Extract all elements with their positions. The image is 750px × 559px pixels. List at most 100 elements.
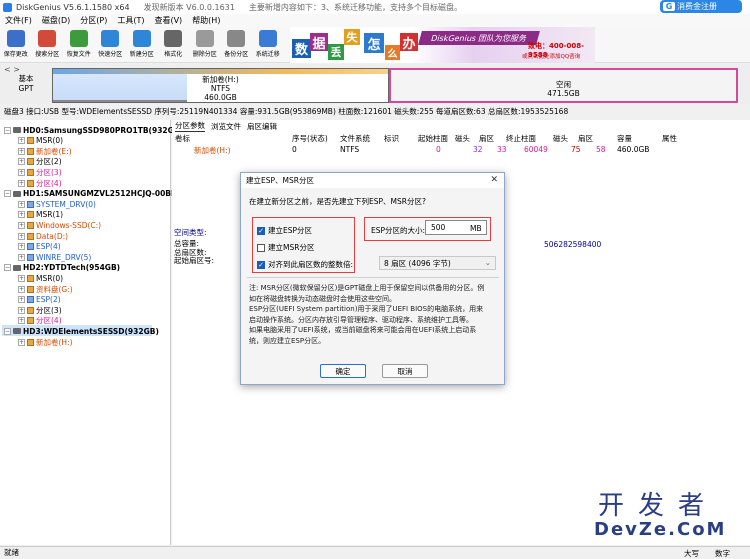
checkbox-create-esp[interactable]: ✓ 建立ESP分区	[257, 225, 312, 236]
expand-icon[interactable]: +	[18, 168, 25, 176]
expand-icon[interactable]: +	[18, 296, 25, 304]
collapse-icon[interactable]: −	[4, 264, 11, 272]
tree-partition-node[interactable]: + Windows-SSD(C:)	[18, 220, 101, 230]
toolbar-button-search[interactable]: 搜索分区	[32, 26, 64, 62]
expand-icon[interactable]: +	[18, 317, 25, 325]
tree-partition-node[interactable]: + 分区(3)	[18, 305, 62, 315]
column-header[interactable]: 容量	[617, 133, 632, 144]
tree-partition-node[interactable]: + Data(D:)	[18, 231, 68, 241]
checkbox-create-msr[interactable]: 建立MSR分区	[257, 242, 314, 253]
tree-partition-node[interactable]: + 分区(3)	[18, 167, 62, 177]
checkbox-icon[interactable]: ✓	[257, 260, 265, 269]
expand-icon[interactable]: +	[18, 221, 25, 229]
column-header[interactable]: 属性	[662, 133, 677, 144]
column-header[interactable]: 文件系统	[340, 133, 370, 144]
column-header[interactable]: 扇区	[578, 133, 593, 144]
close-icon[interactable]: ✕	[490, 175, 498, 185]
expand-icon[interactable]: +	[18, 285, 25, 293]
app-icon	[3, 2, 12, 12]
column-header[interactable]: 卷标	[175, 133, 190, 144]
column-header[interactable]: 磁头	[553, 133, 568, 144]
toolbar-button-recover[interactable]: 恢复文件	[63, 26, 95, 62]
menu-file[interactable]: 文件(F)	[5, 15, 32, 26]
ok-button[interactable]: 确定	[320, 364, 366, 378]
cancel-button[interactable]: 取消	[382, 364, 428, 378]
checkbox-create-msr-label: 建立MSR分区	[268, 243, 315, 252]
checkbox-icon[interactable]: ✓	[257, 226, 265, 235]
banner-char: 数	[292, 39, 311, 58]
banner-qq-link[interactable]: 或点击此处添加QQ咨询	[522, 52, 580, 60]
tree-node-label: 分区(3)	[36, 305, 62, 315]
column-header[interactable]: 起始柱面	[418, 133, 448, 144]
collapse-icon[interactable]: −	[4, 126, 11, 134]
tab-sector-edit[interactable]: 扇区编辑	[247, 121, 277, 132]
toolbar-button-migrate[interactable]: 系统迁移	[252, 26, 284, 62]
free-space-block[interactable]: 空闲 471.5GB	[389, 68, 738, 103]
tree-partition-node[interactable]: + 分区(4)	[18, 178, 62, 188]
expand-icon[interactable]: +	[18, 253, 25, 261]
tree-partition-node[interactable]: + 分区(2)	[18, 157, 62, 167]
expand-icon[interactable]: +	[18, 338, 25, 346]
toolbar-button-save[interactable]: 保存更改	[0, 26, 32, 62]
column-header[interactable]: 序号(状态)	[292, 133, 328, 144]
expand-icon[interactable]: +	[18, 243, 25, 251]
prop-value: 506282598400	[544, 240, 602, 249]
tree-partition-node[interactable]: + 资料盘(G:)	[18, 284, 73, 294]
table-cell: 0	[292, 145, 297, 154]
column-header[interactable]: 标识	[384, 133, 399, 144]
toolbar-button-format[interactable]: 格式化	[158, 26, 190, 62]
ad-banner[interactable]: 数 据 丢 失 怎 么 办 DiskGenius 团队为您服务 致电：400-0…	[290, 27, 595, 63]
menu-tools[interactable]: 工具(T)	[117, 15, 144, 26]
expand-icon[interactable]: +	[18, 158, 25, 166]
tree-node-label: MSR(1)	[36, 210, 64, 220]
expand-icon[interactable]: +	[18, 211, 25, 219]
tree-partition-node[interactable]: + 新加卷(H:)	[18, 337, 73, 347]
tree-partition-node[interactable]: + WINRE_DRV(5)	[18, 252, 91, 262]
checkbox-align[interactable]: ✓ 对齐到此扇区数的整数倍:	[257, 259, 353, 270]
caps-indicator: 大写	[684, 549, 699, 558]
expand-icon[interactable]: +	[18, 232, 25, 240]
partition-block-h[interactable]: 新加卷(H:) NTFS 460.0GB	[52, 68, 389, 103]
menu-disk[interactable]: 磁盘(D)	[42, 15, 70, 26]
menu-help[interactable]: 帮助(H)	[192, 15, 220, 26]
toolbar-button-backup[interactable]: 备份分区	[221, 26, 253, 62]
tab-browse-files[interactable]: 浏览文件	[211, 121, 241, 132]
expand-icon[interactable]: +	[18, 179, 25, 187]
tab-partition-params[interactable]: 分区参数	[175, 120, 205, 132]
tree-partition-node[interactable]: + ESP(4)	[18, 242, 61, 252]
column-header[interactable]: 扇区	[479, 133, 494, 144]
menu-partition[interactable]: 分区(P)	[80, 15, 107, 26]
tree-partition-node[interactable]: + MSR(0)	[18, 136, 63, 146]
tree-partition-node[interactable]: + MSR(0)	[18, 273, 63, 283]
save-icon	[6, 30, 25, 47]
align-sector-select[interactable]: 8 扇区 (4096 字节) ⌄	[379, 256, 496, 270]
expand-icon[interactable]: +	[18, 200, 25, 208]
toolbar-button-new-partition[interactable]: 新建分区	[126, 26, 158, 62]
tree-disk-node[interactable]: − HD3:WDElementsSESSD(932GB)	[4, 326, 159, 336]
tree-partition-node[interactable]: + SYSTEM_DRV(0)	[18, 199, 96, 209]
expand-icon[interactable]: +	[18, 274, 25, 282]
toolbar-button-quick-partition[interactable]: 快速分区	[95, 26, 127, 62]
checkbox-icon[interactable]	[257, 243, 265, 252]
tree-partition-node[interactable]: + ESP(2)	[18, 295, 61, 305]
expand-icon[interactable]: +	[18, 306, 25, 314]
collapse-icon[interactable]: −	[4, 327, 11, 335]
tree-disk-node[interactable]: − HD1:SAMSUNGMZVL2512HCJQ-00BL7	[4, 189, 181, 199]
expand-icon[interactable]: +	[18, 147, 25, 155]
partition-icon	[27, 211, 34, 219]
menu-view[interactable]: 查看(V)	[154, 15, 182, 26]
table-cell: 60049	[524, 145, 548, 154]
tree-partition-node[interactable]: + 新加卷(E:)	[18, 146, 72, 156]
tree-partition-node[interactable]: + 分区(4)	[18, 316, 62, 326]
column-header[interactable]: 终止柱面	[506, 133, 536, 144]
tree-disk-node[interactable]: − HD2:YDTDTech(954GB)	[4, 263, 120, 273]
expand-icon[interactable]: +	[18, 137, 25, 145]
collapse-icon[interactable]: −	[4, 190, 11, 198]
tree-disk-node[interactable]: − HD0:SamsungSSD980PRO1TB(932GB)	[4, 125, 183, 135]
register-button[interactable]: G 消费金注册	[660, 0, 742, 13]
tree-partition-node[interactable]: + MSR(1)	[18, 210, 63, 220]
update-notice[interactable]: 发现新版本 V6.0.0.1631	[144, 2, 235, 13]
column-header[interactable]: 磁头	[455, 133, 470, 144]
toolbar-button-delete[interactable]: 删除分区	[189, 26, 221, 62]
checkbox-align-label: 对齐到此扇区数的整数倍:	[268, 260, 354, 269]
